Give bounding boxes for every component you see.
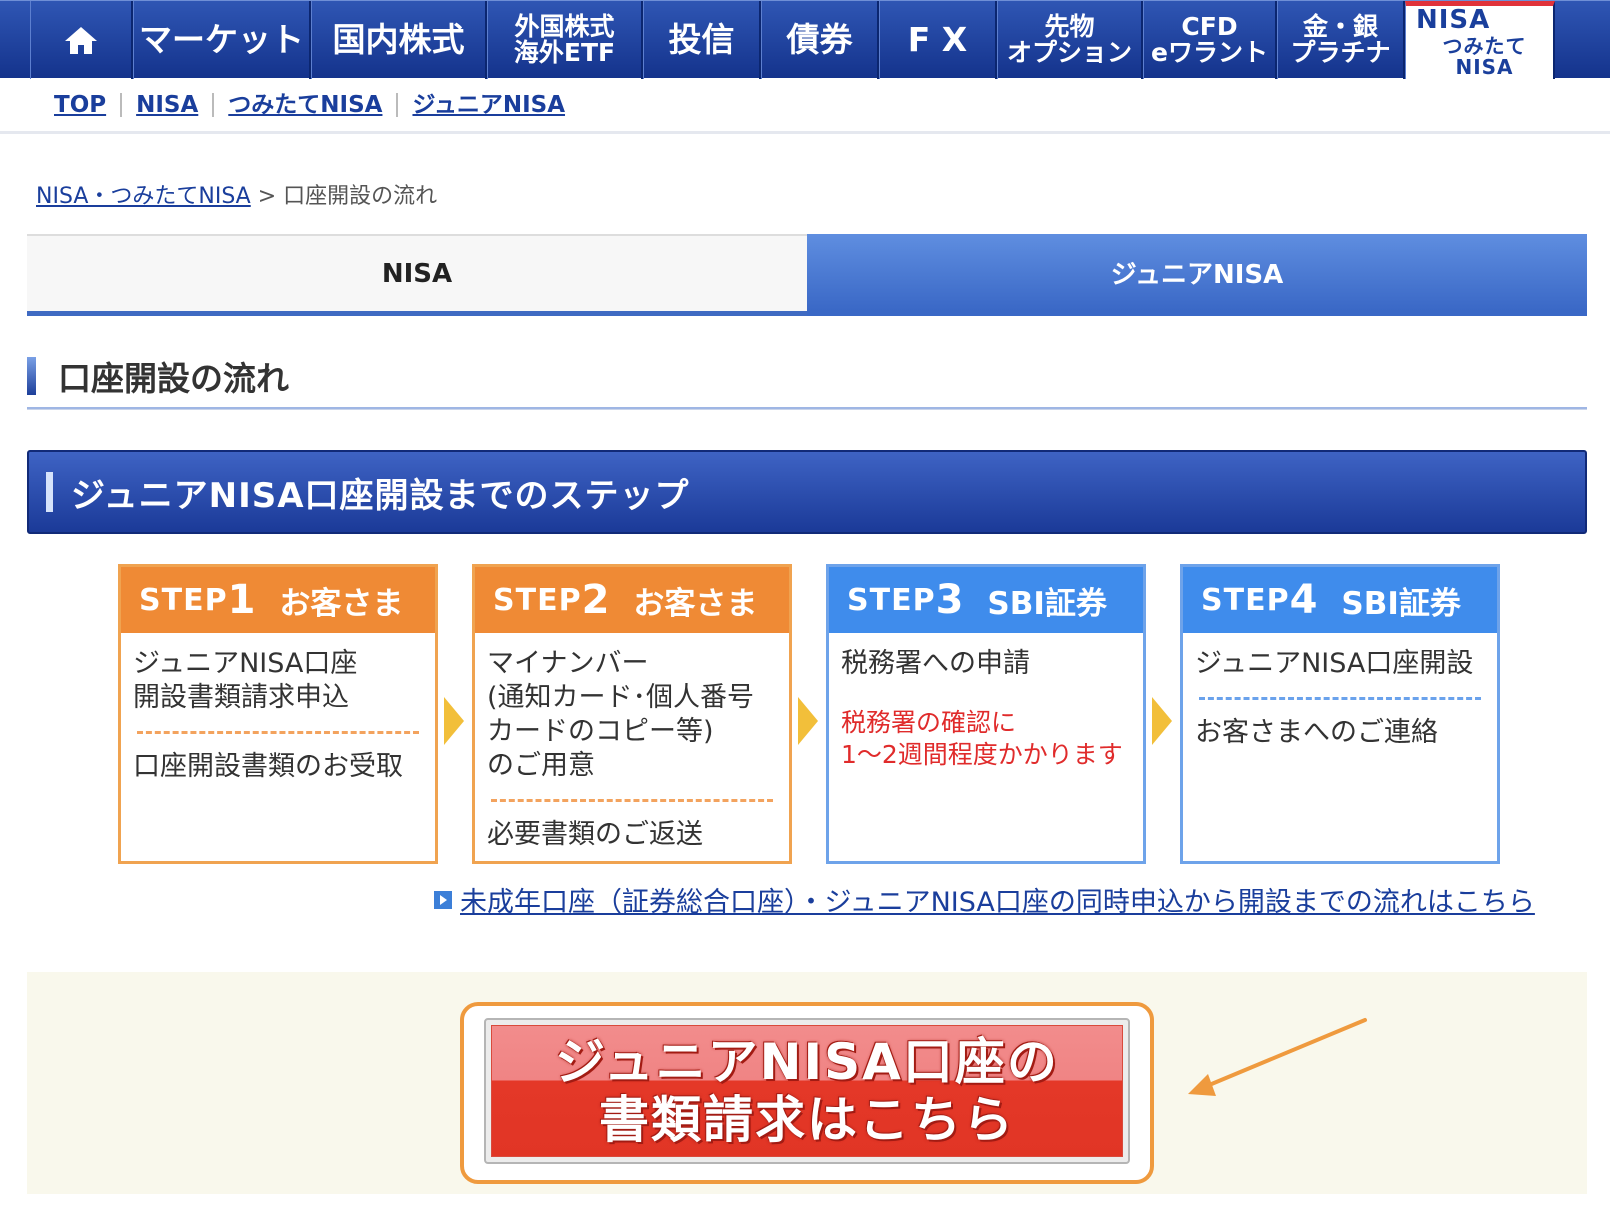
request-documents-button[interactable]: ジュニアNISA口座の 書類請求はこちら [484,1018,1130,1164]
nav-nisa[interactable]: NISA つみたてNISA [1405,1,1555,79]
step-1-card: STEP 1 お客さま ジュニアNISA口座 開設書類請求申込 口座開設書類のお… [118,564,438,864]
step-4-body: ジュニアNISA口座開設 お客さまへのご連絡 [1183,633,1497,750]
cta-line2: 書類請求はこちら [599,1091,1015,1149]
step-2-header: STEP 2 お客さま [475,567,789,633]
breadcrumb-link[interactable]: NISA・つみたてNISA [36,184,251,209]
step-4-text: ジュニアNISA口座開設 [1195,648,1474,679]
step-arrow-icon [1152,697,1172,745]
simultaneous-application-flow-link[interactable]: 未成年口座（証券総合口座）・ジュニアNISA口座の同時申込から開設までの流れはこ… [460,880,1535,919]
flow-link-row: 未成年口座（証券総合口座）・ジュニアNISA口座の同時申込から開設までの流れはこ… [434,880,1535,919]
nav-investment-trusts[interactable]: 投信 [643,1,761,79]
nav-foreign-stocks-line2: 海外ETF [513,38,616,67]
step-2-card: STEP 2 お客さま マイナンバー (通知カード･個人番号 カードのコピー等)… [472,564,792,864]
step-3-actor: SBI証券 [987,585,1107,622]
tab-bar: NISA ジュニアNISA [27,234,1587,316]
step-4-divider [1199,697,1481,700]
sub-nav-tsumitate-nisa[interactable]: つみたてNISA [212,92,396,117]
sub-nav-top[interactable]: TOP [52,93,120,117]
step-2-text: カードのコピー等) [487,716,714,747]
step-2-text: (通知カード･個人番号 [487,682,755,713]
step-1-body: ジュニアNISA口座 開設書類請求申込 口座開設書類のお受取 [121,633,435,784]
step-4-word: STEP [1201,582,1290,618]
nav-market[interactable]: マーケット [133,1,311,79]
step-4-number: 4 [1289,577,1318,623]
step-2-divider [491,799,773,802]
step-4-header: STEP 4 SBI証券 [1183,567,1497,633]
step-2-number: 2 [581,577,610,623]
step-3-note: 税務署の確認に 1～2週間程度かかります [841,707,1131,771]
heading-accent-bar [27,356,36,395]
step-1-number: 1 [227,577,256,623]
step-3-number: 3 [935,577,964,623]
steps-header-accent-bar [46,472,53,512]
section-heading: 口座開設の流れ [27,342,1587,410]
tab-nisa[interactable]: NISA [27,234,807,316]
step-2-body: マイナンバー (通知カード･個人番号 カードのコピー等) のご用意 必要書類のご… [475,633,789,852]
step-1-header: STEP 1 お客さま [121,567,435,633]
link-arrow-icon [434,890,452,909]
pointer-arrow-icon [1188,1018,1367,1096]
step-3-word: STEP [847,582,936,618]
step-3-note-line: 税務署の確認に [841,708,1017,737]
step-3-header: STEP 3 SBI証券 [829,567,1143,633]
cta-line1: ジュニアNISA口座の [555,1033,1059,1091]
nav-futures-options[interactable]: 先物 オプション [997,1,1143,79]
step-2-word: STEP [493,582,582,618]
nav-foreign-stocks[interactable]: 外国株式 海外ETF [487,1,643,79]
sub-nav-junior-nisa[interactable]: ジュニアNISA [396,92,579,117]
step-3-body: 税務署への申請 税務署の確認に 1～2週間程度かかります [829,633,1143,771]
tab-junior-nisa[interactable]: ジュニアNISA [807,234,1587,316]
step-3-card: STEP 3 SBI証券 税務署への申請 税務署の確認に 1～2週間程度かかりま… [826,564,1146,864]
step-arrow-icon [444,697,464,745]
step-1-text: 口座開設書類のお受取 [133,751,403,782]
nav-foreign-stocks-line1: 外国株式 [514,11,615,41]
step-4-actor: SBI証券 [1341,585,1461,622]
breadcrumb-current: > 口座開設の流れ [257,184,438,209]
step-3-text: 税務署への申請 [841,648,1030,679]
sub-nav: TOP NISA つみたてNISA ジュニアNISA [0,78,1610,134]
nav-bonds[interactable]: 債券 [761,1,879,79]
step-1-actor: お客さま [279,585,404,622]
steps-header: ジュニアNISA口座開設までのステップ [27,450,1587,534]
nav-futures-line2: オプション [1006,38,1132,67]
step-1-text: ジュニアNISA口座 [133,648,358,679]
steps-header-title: ジュニアNISA口座開設までのステップ [71,475,690,516]
nav-gold-line1: 金・銀 [1302,11,1378,41]
step-1-text: 開設書類請求申込 [133,682,349,713]
nav-cfd[interactable]: CFD eワラント [1143,1,1277,79]
step-1-word: STEP [139,582,228,618]
home-nav-button[interactable] [30,1,133,79]
step-2-text: マイナンバー [487,648,649,679]
nav-cfd-line2: eワラント [1151,38,1268,67]
step-3-note-line: 1～2週間程度かかります [841,740,1123,769]
step-2-text: 必要書類のご返送 [487,819,703,850]
step-1-divider [137,731,419,734]
home-icon [65,27,97,54]
nav-fx[interactable]: F X [879,1,997,79]
nav-gold-silver[interactable]: 金・銀 プラチナ [1277,1,1405,79]
section-divider [27,407,1587,409]
page-title: 口座開設の流れ [58,358,289,398]
step-4-text: お客さまへのご連絡 [1195,717,1438,748]
global-nav: マーケット 国内株式 外国株式 海外ETF 投信 債券 F X 先物 オプション… [0,0,1610,79]
breadcrumb: NISA・つみたてNISA > 口座開設の流れ [36,178,437,210]
nav-futures-line1: 先物 [1044,11,1095,41]
nav-gold-line2: プラチナ [1290,38,1391,67]
step-4-card: STEP 4 SBI証券 ジュニアNISA口座開設 お客さまへのご連絡 [1180,564,1500,864]
nav-nisa-line2: つみたてNISA [1442,34,1527,80]
step-arrow-icon [798,697,818,745]
step-2-actor: お客さま [633,585,758,622]
sub-nav-nisa[interactable]: NISA [120,92,212,117]
nav-cfd-line1: CFD [1181,11,1238,41]
step-2-text: のご用意 [487,750,595,781]
nav-domestic-stocks[interactable]: 国内株式 [311,1,487,79]
request-documents-button-face: ジュニアNISA口座の 書類請求はこちら [491,1025,1123,1157]
nav-nisa-line1: NISA [1416,4,1491,35]
